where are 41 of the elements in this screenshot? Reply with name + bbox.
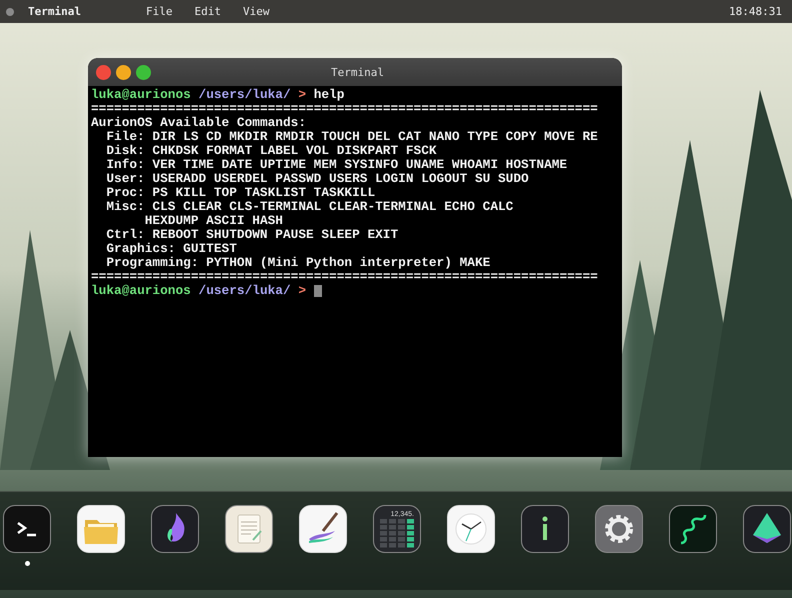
clock-app-icon[interactable] <box>447 505 495 553</box>
minimize-button[interactable] <box>116 64 131 80</box>
prompt-user: luka@aurionos <box>91 284 191 298</box>
folder-app-icon[interactable] <box>77 505 125 553</box>
command-list: Disk: CHKDSK FORMAT LABEL VOL DISKPART FSCK <box>106 144 437 158</box>
app-name: Terminal <box>28 5 82 18</box>
command-list: Info: VER TIME DATE UPTIME MEM SYSINFO UNAME WHOAMI HOSTNAME <box>106 158 568 172</box>
flame-app-icon[interactable] <box>151 505 199 553</box>
window-title: Terminal <box>330 66 385 78</box>
prompt-path: /users/luka/ <box>198 284 291 298</box>
prompt-symbol: > <box>298 88 306 102</box>
snake-app-icon[interactable] <box>669 505 717 553</box>
close-button[interactable] <box>96 64 111 80</box>
command-list: Graphics: GUITEST <box>106 242 237 256</box>
menu-dot-icon <box>6 8 14 16</box>
command-text: help <box>314 88 344 102</box>
command-list: Programming: PYTHON (Mini Python interpreter) MAKE <box>106 256 490 270</box>
info-app-icon[interactable] <box>521 505 569 553</box>
menu-item[interactable]: Edit <box>194 5 221 18</box>
menu-item[interactable]: View <box>243 5 270 18</box>
prompt-user: luka@aurionos <box>91 88 191 102</box>
command-list: Misc: CLS CLEAR CLS-TERMINAL CLEAR-TERMINAL ECHO CALC <box>106 200 514 214</box>
paintbrush-app-icon[interactable] <box>299 505 347 553</box>
output-heading: AurionOS Available Commands: <box>91 116 306 130</box>
notepad-app-icon[interactable] <box>225 505 273 553</box>
command-list: HEXDUMP ASCII HASH <box>144 214 283 228</box>
menu-item[interactable]: File <box>146 5 172 18</box>
prompt-path: /users/luka/ <box>198 88 291 102</box>
command-list: User: USERADD USERDEL PASSWD USERS LOGIN LOGOUT SU SUDO <box>106 172 529 186</box>
separator-line: ================================================================== <box>91 270 598 284</box>
settings-app-icon[interactable] <box>595 505 643 553</box>
command-list: Ctrl: REBOOT SHUTDOWN PAUSE SLEEP EXIT <box>106 228 398 242</box>
command-list: File: DIR LS CD MKDIR RMDIR TOUCH DEL CAT NANO TYPE COPY MOVE RE <box>106 130 598 144</box>
pyramid-app-icon[interactable] <box>743 505 791 553</box>
calculator-keypad-icon <box>380 519 414 548</box>
terminal-app-icon[interactable] <box>3 505 51 553</box>
prompt-symbol: > <box>298 284 306 298</box>
command-list: Proc: PS KILL TOP TASKLIST TASKKILL <box>106 186 376 200</box>
separator-line: ================================================================== <box>91 102 598 116</box>
maximize-button[interactable] <box>136 64 151 80</box>
clock-time: 18:48:31 <box>729 5 782 18</box>
